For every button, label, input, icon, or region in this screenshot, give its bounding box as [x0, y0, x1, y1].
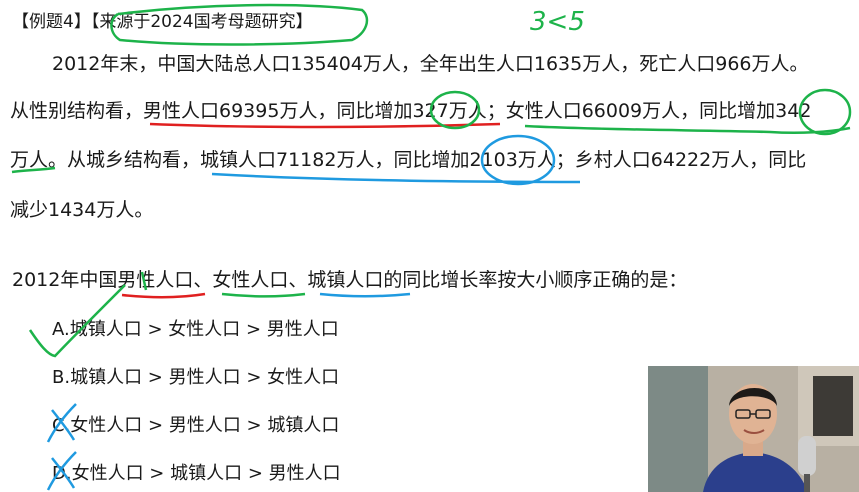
- passage-line-2: 从性别结构看，男性人口69395万人，同比增加327万人；女性人口66009万人…: [10, 100, 812, 122]
- passage-line-4: 减少1434万人。: [10, 199, 154, 221]
- handwritten-note: 3<5: [530, 7, 585, 37]
- presenter-video: [648, 366, 859, 492]
- example-tag: 【例题4】: [12, 12, 91, 32]
- option-d[interactable]: D.女性人口 > 城镇人口 > 男性人口: [52, 462, 341, 486]
- passage-line-3: 万人。从城乡结构看，城镇人口71182万人，同比增加2103万人；乡村人口642…: [10, 149, 807, 171]
- q-female-underline: [221, 292, 306, 298]
- option-b[interactable]: B.城镇人口 > 男性人口 > 女性人口: [52, 366, 339, 390]
- q-urban-underline: [319, 292, 411, 298]
- urban-underline-mark: [211, 172, 581, 184]
- q-male-underline: [121, 292, 206, 299]
- option-c[interactable]: C.女性人口 > 男性人口 > 城镇人口: [52, 414, 339, 438]
- option-a[interactable]: A.城镇人口 > 女性人口 > 男性人口: [52, 318, 339, 342]
- source-label: 【来源于2024国考母题研究】: [90, 12, 313, 32]
- passage-line-1: 2012年末，中国大陆总人口135404万人，全年出生人口1635万人，死亡人口…: [52, 53, 809, 75]
- question-stem: 2012年中国男性人口、女性人口、城镇人口的同比增长率按大小顺序正确的是：: [12, 269, 688, 291]
- question-title: 【例题4】【来源于2024国考母题研究】: [12, 10, 313, 34]
- female-underline-mark: [524, 124, 851, 135]
- presenter-image: [648, 366, 859, 492]
- male-underline-mark: [149, 122, 501, 129]
